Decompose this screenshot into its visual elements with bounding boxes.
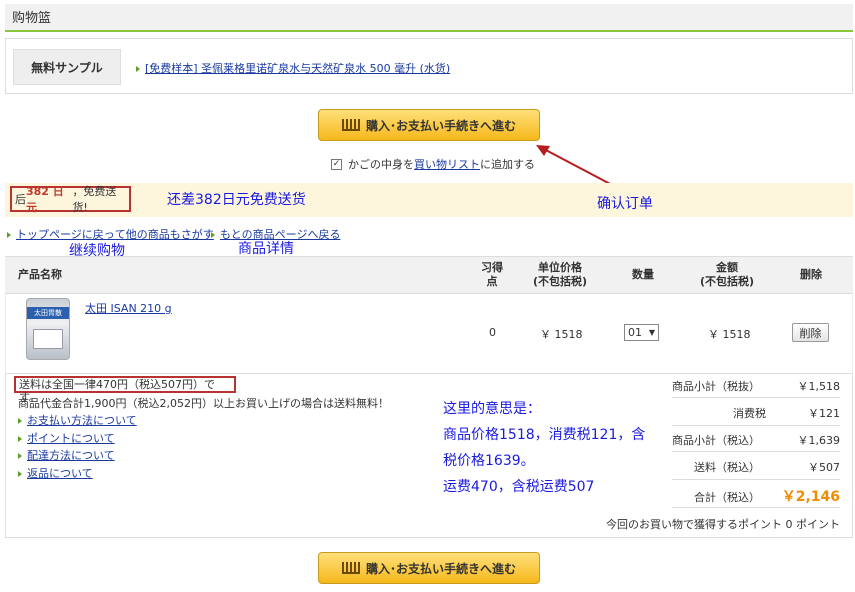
total-value: ￥2,146	[781, 489, 840, 505]
product-amount: ￥ 1518	[708, 328, 751, 341]
free-shipping-bar	[5, 183, 853, 217]
points-note: 今回のお買い物で獲得するポイント 0 ポイント	[606, 518, 840, 531]
bullet-icon	[136, 66, 140, 72]
chevron-down-icon: ▼	[648, 328, 655, 337]
annotation-explain-4: 运费470，含税运费507	[443, 479, 595, 495]
sample-item[interactable]: [免费样本] 圣佩莱格里诺矿泉水与天然矿泉水 500 毫升 (水货)	[136, 60, 450, 76]
annotation-confirm: 确认订单	[597, 196, 653, 212]
qty-select[interactable]: 01 ▼	[624, 324, 659, 341]
product-image[interactable]: 太田胃散	[26, 298, 70, 360]
product-name-link[interactable]: 太田 ISAN 210 g	[85, 300, 172, 316]
bullet-icon	[211, 232, 215, 238]
col-header-name: 产品名称	[18, 268, 62, 281]
bullet-icon	[18, 436, 22, 442]
free-shipping-remaining: 后 382 日元 ，免费送货!	[10, 185, 131, 214]
subtotal-incl-value: ￥1,639	[797, 434, 841, 447]
annotation-explain-2: 商品价格1518，消费税121，含	[443, 427, 646, 443]
col-header-delete: 删除	[800, 268, 822, 281]
checkout-button-top[interactable]: 購入･お支払い手続きへ進む	[318, 109, 540, 141]
wishlist-checkbox[interactable]: ✓	[331, 158, 342, 170]
shipping-label: 送料（税込）	[694, 461, 760, 474]
bullet-icon	[18, 471, 22, 477]
help-link-points[interactable]: ポイントについて	[18, 430, 115, 446]
divider	[672, 479, 840, 480]
annotation-remaining: 还差382日元免费送货	[167, 192, 306, 208]
col-header-qty: 数量	[632, 268, 654, 281]
bullet-icon	[18, 453, 22, 459]
subtotal-excl-label: 商品小計（税抜）	[672, 380, 760, 393]
wishlist-option[interactable]: ✓ かごの中身を 買い物リスト に追加する	[331, 156, 535, 172]
page-title: 购物篮	[12, 11, 52, 26]
wishlist-link[interactable]: 買い物リスト	[414, 156, 480, 172]
divider	[672, 507, 840, 508]
divider	[672, 451, 840, 452]
product-points: 0	[489, 326, 496, 339]
cart-icon	[341, 119, 360, 131]
delete-button[interactable]: 削除	[792, 323, 829, 342]
sample-link[interactable]: [免费样本] 圣佩莱格里诺矿泉水与天然矿泉水 500 毫升 (水货)	[145, 62, 450, 75]
col-header-unit-price: 单位价格 (不包括税)	[532, 261, 588, 288]
tax-value: ￥121	[808, 407, 840, 420]
annotation-explain-3: 税价格1639。	[443, 453, 535, 469]
subtotal-incl-label: 商品小計（税込）	[672, 434, 760, 447]
total-label: 合計（税込）	[694, 491, 760, 504]
product-unit-price: ￥ 1518	[540, 328, 583, 341]
bullet-icon	[7, 232, 11, 238]
help-link-payment[interactable]: お支払い方法について	[18, 412, 137, 428]
col-header-amount: 金额 (不包括税)	[699, 261, 755, 288]
shipping-value: ￥507	[808, 461, 840, 474]
annotation-detail: 商品详情	[238, 241, 294, 257]
bullet-icon	[18, 418, 22, 424]
help-link-delivery[interactable]: 配達方法について	[18, 447, 115, 463]
sample-label: 無料サンプル	[13, 49, 121, 85]
col-header-points: 习得点	[481, 261, 503, 288]
page-header	[5, 4, 853, 32]
checkout-button-bottom[interactable]: 購入･お支払い手続きへ進む	[318, 552, 540, 584]
shipping-note: 送料は全国一律470円（税込507円）です。	[14, 376, 236, 404]
cart-icon	[341, 562, 360, 574]
divider	[672, 425, 840, 426]
free-shipping-note: 商品代金合計1,900円（税込2,052円）以上お買い上げの場合は送料無料！	[18, 397, 389, 410]
help-link-returns[interactable]: 返品について	[18, 465, 93, 481]
annotation-explain-1: 这里的意思是：	[443, 401, 541, 417]
subtotal-excl-value: ￥1,518	[797, 380, 841, 393]
tax-label: 消费税	[733, 407, 766, 420]
divider	[672, 397, 840, 398]
